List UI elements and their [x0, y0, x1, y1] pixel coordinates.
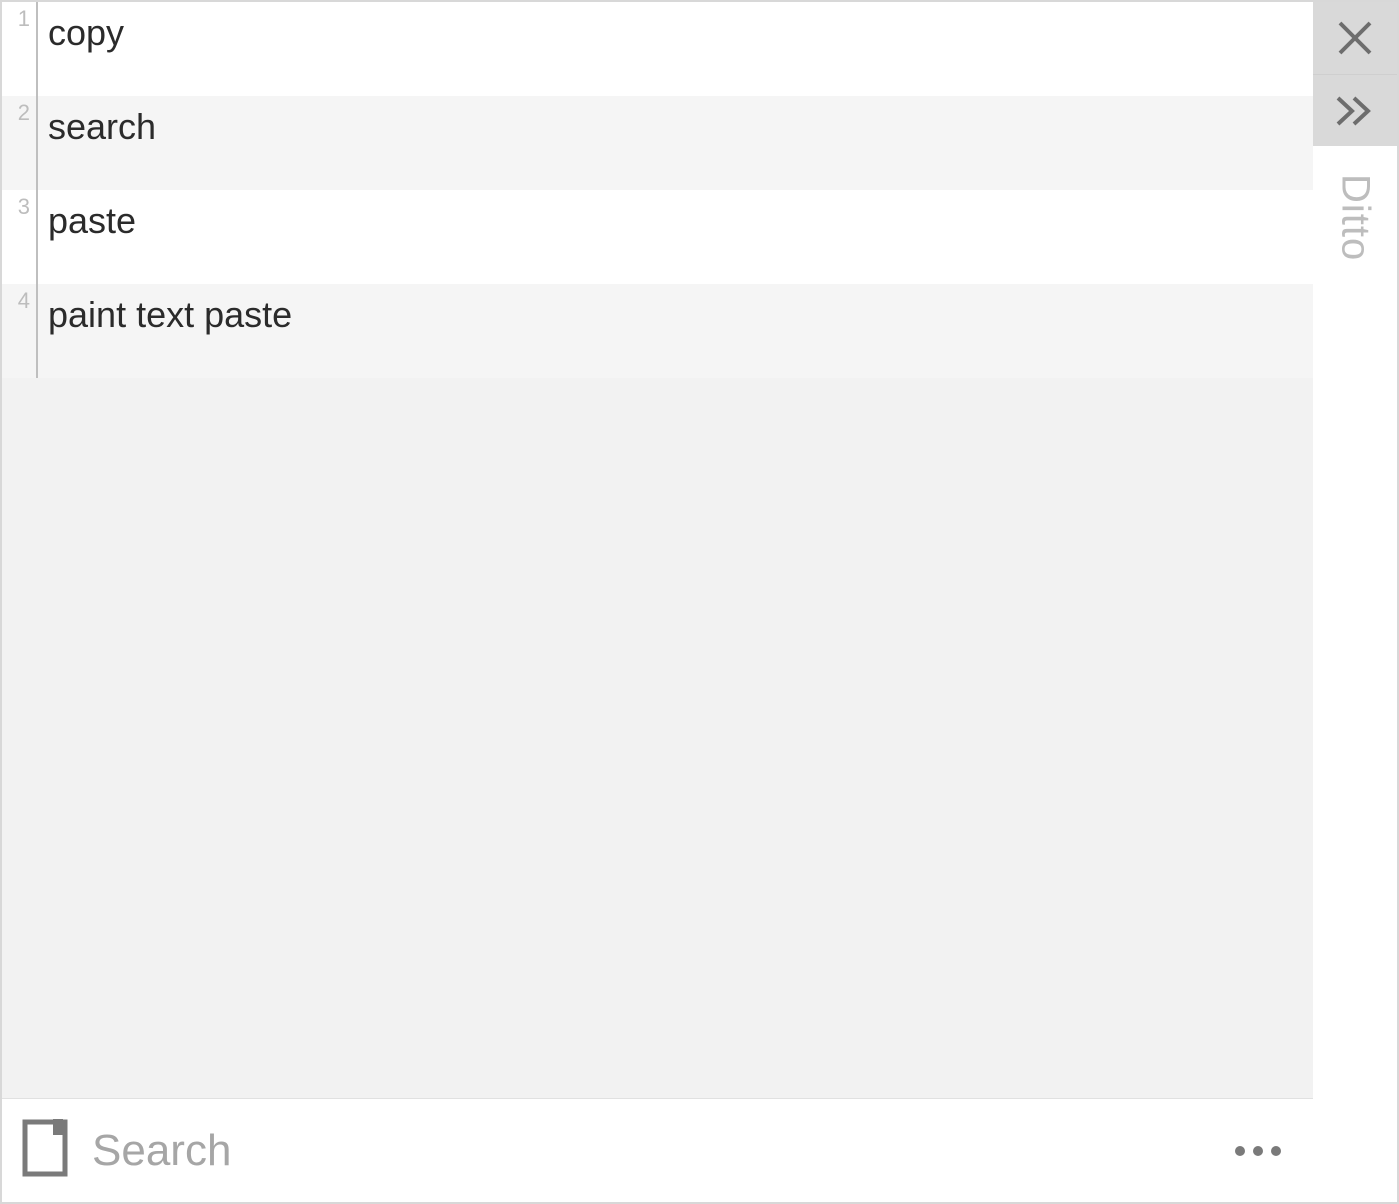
clip-text: search: [38, 96, 170, 148]
clip-index: 4: [2, 284, 36, 314]
main-panel: 1copy2search3paste4paint text paste: [2, 2, 1313, 1202]
clip-index: 3: [2, 190, 36, 220]
bottom-bar: [2, 1098, 1313, 1202]
more-icon: [1271, 1146, 1281, 1156]
clip-list: 1copy2search3paste4paint text paste: [2, 2, 1313, 1098]
clip-index: 2: [2, 96, 36, 126]
clip-text: paint text paste: [38, 284, 306, 336]
clip-text: copy: [38, 2, 138, 54]
clip-row[interactable]: 3paste: [2, 190, 1313, 284]
clip-row[interactable]: 1copy: [2, 2, 1313, 96]
more-icon: [1235, 1146, 1245, 1156]
clip-row[interactable]: 4paint text paste: [2, 284, 1313, 378]
more-icon: [1253, 1146, 1263, 1156]
clip-text: paste: [38, 190, 150, 242]
clipboard-icon: [22, 1119, 68, 1182]
search-input[interactable]: [92, 1126, 1199, 1176]
clip-row[interactable]: 2search: [2, 96, 1313, 190]
ditto-window: 1copy2search3paste4paint text paste: [0, 0, 1399, 1204]
app-title: Ditto: [1333, 174, 1378, 261]
title-bar: Ditto: [1313, 2, 1397, 1202]
clip-index: 1: [2, 2, 36, 32]
close-button[interactable]: [1313, 2, 1397, 74]
close-icon: [1336, 19, 1374, 57]
chevron-double-right-icon: [1334, 94, 1376, 128]
more-button[interactable]: [1223, 1116, 1293, 1186]
expand-button[interactable]: [1313, 74, 1397, 146]
